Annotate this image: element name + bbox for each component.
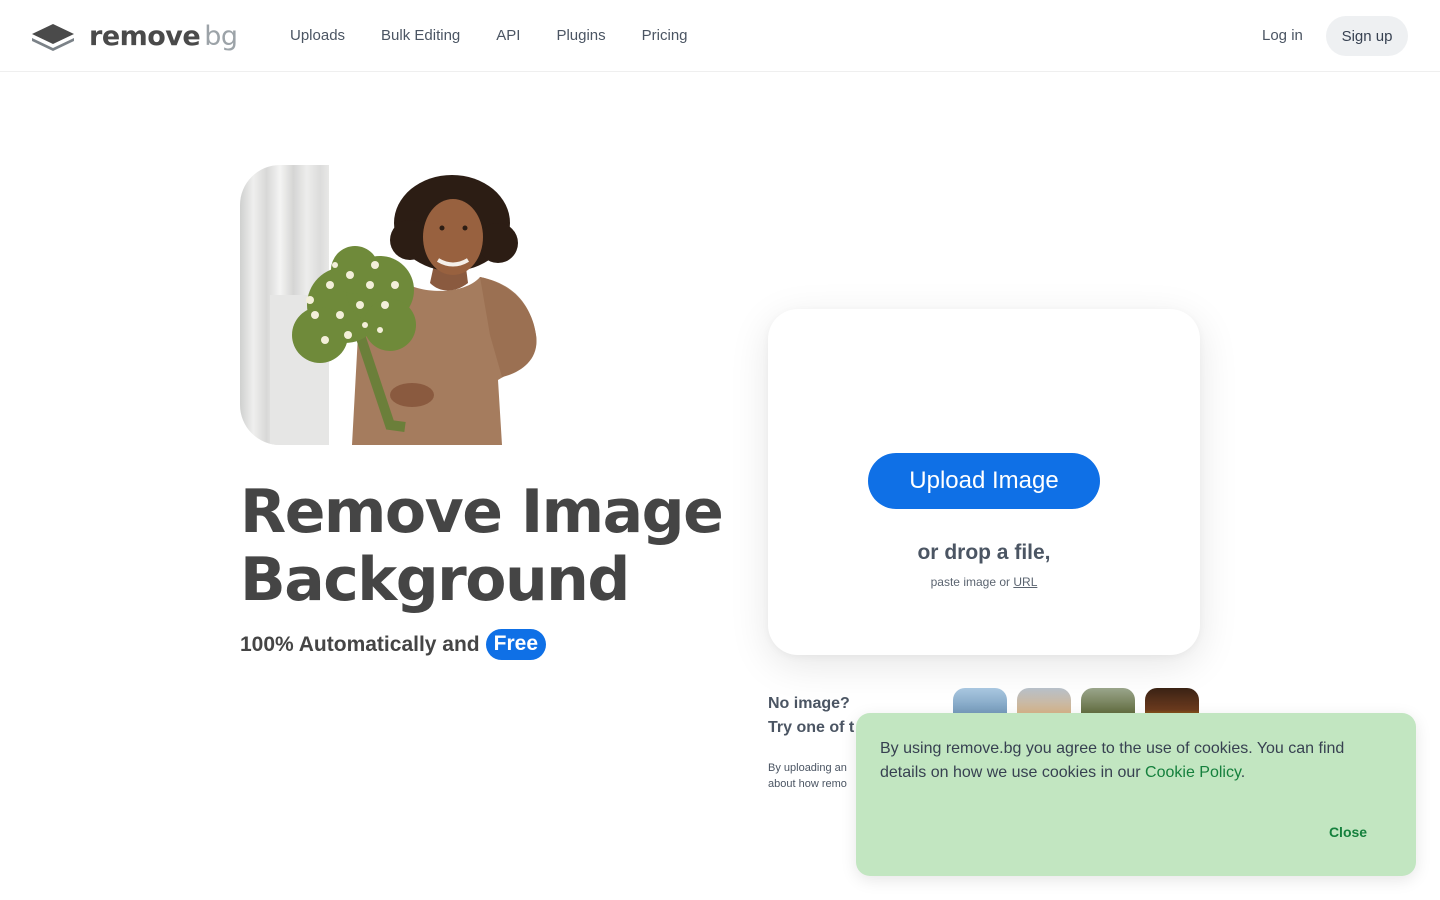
nav-uploads[interactable]: Uploads (290, 24, 345, 48)
disclaimer-line2: about how remo (768, 778, 847, 790)
disclaimer-line1: By uploading an (768, 762, 847, 774)
logo[interactable]: remove bg (31, 18, 238, 54)
nav-api[interactable]: API (496, 24, 520, 48)
main-nav: Uploads Bulk Editing API Plugins Pricing (290, 24, 688, 48)
drop-file-text: or drop a file, (917, 541, 1051, 564)
cookie-banner: By using remove.bg you agree to the use … (856, 713, 1416, 876)
cookie-message: By using remove.bg you agree to the use … (880, 740, 1345, 781)
hero-image (240, 165, 540, 445)
upload-dropzone[interactable]: Upload Image or drop a file, paste image… (768, 309, 1200, 655)
woman-with-flowers-illustration (292, 175, 537, 445)
sample-prompt-line2: Try one of t (768, 719, 855, 736)
page-title: Remove Image Background (240, 477, 724, 615)
stacked-layers-logo-icon (32, 24, 74, 51)
sample-prompt-line1: No image? (768, 695, 850, 712)
cookie-close-button[interactable]: Close (1316, 820, 1380, 844)
paste-hint: paste image or URL (768, 575, 1200, 589)
nav-bulk-editing[interactable]: Bulk Editing (381, 24, 460, 48)
upload-disclaimer: By uploading an about how remo (768, 760, 868, 792)
sample-prompt: No image? Try one of t (768, 692, 854, 740)
hero-subtitle: 100% Automatically and Free (240, 629, 546, 660)
paste-hint-text: paste image or (930, 575, 1011, 589)
site-header: remove bg Uploads Bulk Editing API Plugin… (0, 0, 1440, 72)
logo-text: remove bg (89, 21, 238, 52)
page-title-line1: Remove Image (240, 477, 724, 547)
hero-subtitle-text: 100% Automatically and (240, 632, 480, 656)
login-link[interactable]: Log in (1262, 24, 1303, 48)
nav-plugins[interactable]: Plugins (556, 24, 605, 48)
nav-pricing[interactable]: Pricing (642, 24, 688, 48)
cookie-text: By using remove.bg you agree to the use … (880, 737, 1392, 785)
cookie-suffix: . (1240, 764, 1246, 781)
logo-word-remove: remove (89, 20, 201, 52)
logo-word-bg: bg (204, 20, 238, 52)
signup-button[interactable]: Sign up (1326, 16, 1408, 56)
free-badge: Free (485, 629, 546, 660)
page-title-line2: Background (240, 545, 630, 615)
upload-image-button[interactable]: Upload Image (868, 453, 1100, 509)
url-link[interactable]: URL (1013, 575, 1037, 589)
cookie-policy-link[interactable]: Cookie Policy (1145, 764, 1241, 781)
